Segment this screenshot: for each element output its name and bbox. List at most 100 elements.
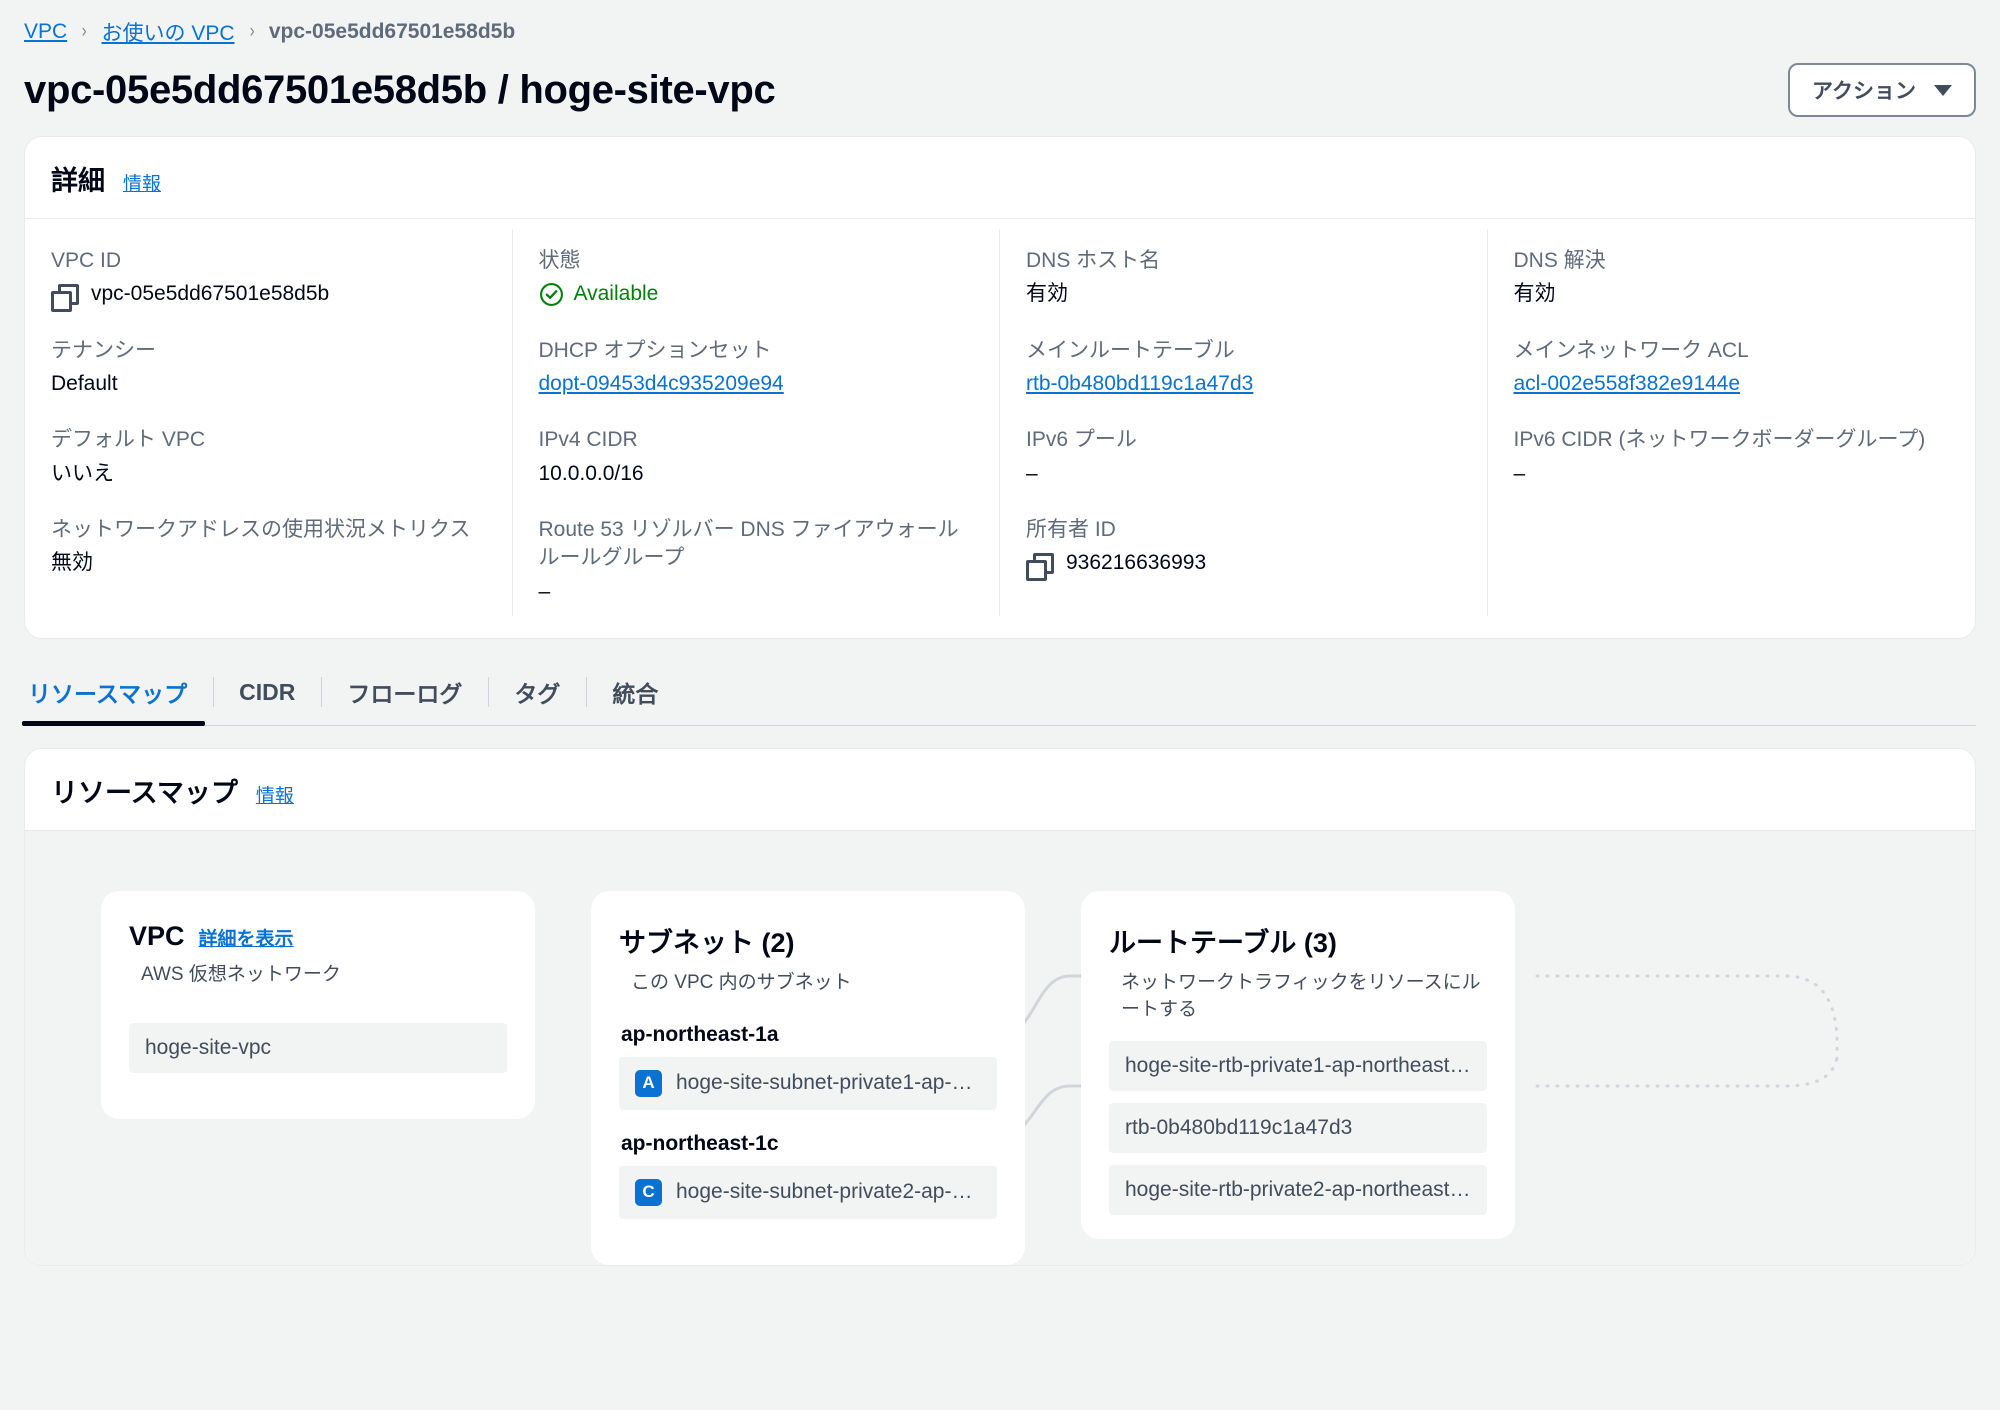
field-label: メインルートテーブル [1026,338,1235,362]
copy-icon[interactable] [51,283,79,312]
status-text: Available [573,282,659,306]
breadcrumb-separator-icon: › [249,21,255,42]
field-label: DHCP オプションセット [538,338,772,362]
field-label: IPv6 プール [1026,428,1137,452]
tab-label: タグ [514,681,561,708]
main-route-table-link[interactable]: rtb-0b480bd119c1a47d3 [1026,370,1457,398]
route-table-card-description: ネットワークトラフィックをリソースにルートする [1121,972,1481,1020]
breadcrumb-separator-icon: › [81,21,87,42]
field-value: 10.0.0.0/16 [538,461,644,485]
field-state: 状態 Available [539,247,970,309]
field-vpc-id: VPC ID vpc-05e5dd67501e58d5b [51,247,482,312]
page-title: vpc-05e5dd67501e58d5b / hoge-site-vpc [24,68,776,112]
availability-zone-label: ap-northeast-1c [621,1131,779,1155]
tab-tags[interactable]: タグ [488,665,586,725]
actions-button[interactable]: アクション [1788,63,1976,117]
subnet-card-title: サブネット (2) [619,921,997,960]
tab-integrations[interactable]: 統合 [586,665,684,725]
details-header: 詳細 情報 [25,137,1975,219]
breadcrumb: VPC › お使いの VPC › vpc-05e5dd67501e58d5b [0,0,2000,46]
field-ipv4-cidr: IPv4 CIDR 10.0.0.0/16 [539,426,970,488]
field-value: 有効 [1513,282,1556,306]
route-table-resource-chip[interactable]: rtb-0b480bd119c1a47d3 [1109,1103,1487,1154]
field-label: メインネットワーク ACL [1513,338,1749,362]
tab-flow-logs[interactable]: フローログ [321,665,488,725]
field-label: Route 53 リゾルバー DNS ファイアウォールルールグループ [538,518,959,570]
details-container: 詳細 情報 VPC ID vpc-05e5dd67501e58d5b テナンシー… [24,136,1976,640]
status-badge: Available [539,280,970,308]
actions-button-label: アクション [1812,80,1916,103]
field-value: 936216636993 [1026,549,1457,581]
field-dns-resolution: DNS 解決 有効 [1514,247,1946,309]
resource-map-column-subnets: サブネット (2) この VPC 内のサブネット ap-northeast-1a… [591,891,1025,1265]
details-info-link[interactable]: 情報 [123,169,161,196]
field-tenancy: テナンシー Default [51,337,482,399]
field-owner-id: 所有者 ID 936216636993 [1026,516,1457,581]
resource-map-title: リソースマップ [51,778,238,809]
field-value: Default [51,372,118,396]
vpc-card-description: AWS 仮想ネットワーク [141,964,341,986]
field-dns-hostnames: DNS ホスト名 有効 [1026,247,1457,309]
field-value: 有効 [1026,282,1068,306]
vpc-view-details-link[interactable]: 詳細を表示 [199,924,294,951]
field-label: デフォルト VPC [51,428,206,452]
resource-map-info-link[interactable]: 情報 [256,781,294,808]
vpc-resource-name: hoge-site-vpc [145,1035,272,1059]
dhcp-option-set-link[interactable]: dopt-09453d4c935209e94 [539,370,970,398]
field-value-text: 936216636993 [1066,551,1207,575]
details-title: 詳細 [51,166,105,196]
route-table-resource-chip[interactable]: hoge-site-rtb-private2-ap-northeast-1c [1109,1165,1487,1216]
tab-label: CIDR [239,678,296,705]
field-label: VPC ID [51,249,122,272]
breadcrumb-item-your-vpcs[interactable]: お使いの VPC [102,17,235,47]
subnet-resource-chip[interactable]: A hoge-site-subnet-private1-ap-nort... [619,1056,997,1110]
tabs-container: リソースマップ CIDR フローログ タグ 統合 [21,665,1976,727]
vpc-detail-page: VPC › お使いの VPC › vpc-05e5dd67501e58d5b v… [0,0,2000,1410]
page-header: vpc-05e5dd67501e58d5b / hoge-site-vpc アク… [0,46,2000,120]
route-table-resource-chip[interactable]: hoge-site-rtb-private1-ap-northeast-1a [1109,1041,1487,1092]
route-table-card-title: ルートテーブル (3) [1109,921,1487,960]
field-main-network-acl: メインネットワーク ACL acl-002e558f382e9144e [1514,337,1946,399]
details-column-1: VPC ID vpc-05e5dd67501e58d5b テナンシー Defau… [25,229,513,617]
route-table-card-title-text: ルートテーブル (3) [1109,928,1337,959]
resource-map-column-route-tables: ルートテーブル (3) ネットワークトラフィックをリソースにルートする hoge… [1081,891,1515,1240]
main-network-acl-link[interactable]: acl-002e558f382e9144e [1514,370,1946,398]
subnet-card-title-text: サブネット (2) [619,928,795,959]
details-grid: VPC ID vpc-05e5dd67501e58d5b テナンシー Defau… [25,219,1975,638]
az-badge-icon: C [635,1178,662,1206]
tab-resource-map[interactable]: リソースマップ [21,665,213,727]
field-value: – [538,579,551,603]
field-label: 状態 [538,249,581,272]
field-label: IPv6 CIDR (ネットワークボーダーグループ) [1513,428,1926,452]
subnet-resource-chip[interactable]: C hoge-site-subnet-private2-ap-nort... [619,1165,997,1219]
chevron-down-icon [1934,84,1952,96]
field-default-vpc: デフォルト VPC いいえ [51,426,482,488]
tabs: リソースマップ CIDR フローログ タグ 統合 [21,665,1976,727]
field-label: IPv4 CIDR [538,428,638,452]
subnet-card: サブネット (2) この VPC 内のサブネット ap-northeast-1a… [591,891,1025,1265]
route-table-resource-name: hoge-site-rtb-private1-ap-northeast-1a [1125,1054,1471,1078]
copy-icon[interactable] [1026,552,1054,581]
tab-cidr[interactable]: CIDR [213,665,321,725]
resource-map-header: リソースマップ 情報 [25,749,1975,832]
field-dhcp-option-set: DHCP オプションセット dopt-09453d4c935209e94 [539,337,970,399]
field-ipv6-cidr-network-border-group: IPv6 CIDR (ネットワークボーダーグループ) – [1514,426,1946,488]
check-circle-icon [539,283,563,306]
route-table-resource-name: hoge-site-rtb-private2-ap-northeast-1c [1125,1178,1471,1202]
field-label: テナンシー [51,338,156,362]
field-value: いいえ [51,461,114,485]
resource-map-container: リソースマップ 情報 VPC 詳細を表示 AWS 仮想ネットワーク hoge-s… [24,748,1976,1266]
field-label: DNS 解決 [1513,249,1606,272]
tab-label: リソースマップ [28,681,188,708]
field-network-address-usage-metrics: ネットワークアドレスの使用状況メトリクス 無効 [51,516,482,578]
subnet-resource-name: hoge-site-subnet-private2-ap-nort... [676,1180,981,1204]
az-badge-icon: A [635,1069,662,1097]
availability-zone-label: ap-northeast-1a [621,1022,779,1046]
field-label: DNS ホスト名 [1026,249,1161,272]
vpc-resource-chip[interactable]: hoge-site-vpc [129,1022,507,1073]
field-value: – [1513,461,1526,485]
field-value: vpc-05e5dd67501e58d5b [51,280,482,312]
tab-label: 統合 [612,681,659,708]
field-value: 無効 [51,551,93,575]
breadcrumb-item-vpc[interactable]: VPC [24,20,67,44]
